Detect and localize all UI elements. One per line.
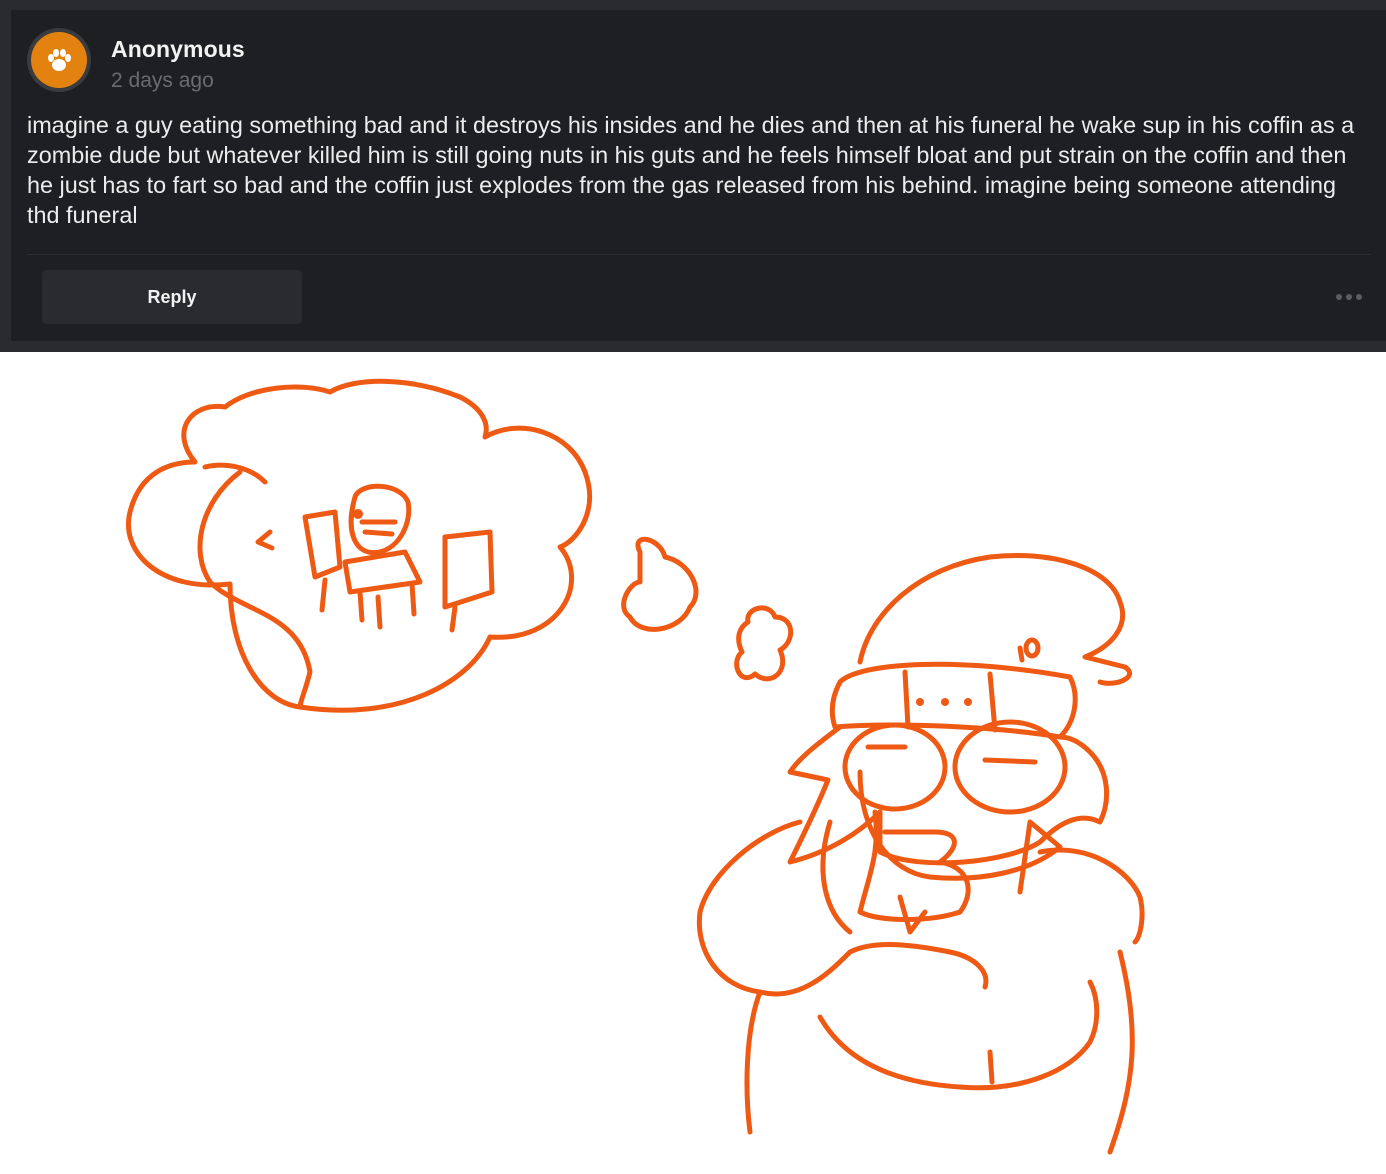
divider: [27, 254, 1371, 255]
tiny-figure: [348, 483, 412, 556]
comment-body: imagine a guy eating something bad and i…: [27, 112, 1355, 228]
tiny-chair: [342, 549, 423, 623]
comment-card: Anonymous 2 days ago imagine a guy eatin…: [11, 10, 1386, 341]
character-body: [744, 949, 1135, 1155]
avatar[interactable]: [27, 28, 91, 92]
sketch-illustration: [126, 378, 1145, 1155]
paw-icon: [48, 49, 71, 71]
author-name[interactable]: Anonymous: [111, 36, 245, 63]
reply-button[interactable]: Reply: [42, 270, 302, 324]
character-right-arm: [1037, 847, 1145, 945]
tiny-coffin-right: [442, 529, 495, 633]
character-left-arm: [696, 819, 989, 997]
avatar-badge: [31, 32, 87, 88]
comment-section: Anonymous 2 days ago imagine a guy eatin…: [0, 0, 1386, 352]
cloud-inner-line: [197, 469, 313, 710]
thought-bubble-small: [734, 605, 794, 682]
post-timestamp: 2 days ago: [111, 69, 214, 92]
character-right-eye: [952, 719, 1068, 815]
character-hand: [857, 809, 971, 922]
more-options-icon[interactable]: [1329, 286, 1369, 308]
thought-bubble-large: [621, 536, 699, 632]
tiny-coffin-left: [302, 509, 343, 580]
